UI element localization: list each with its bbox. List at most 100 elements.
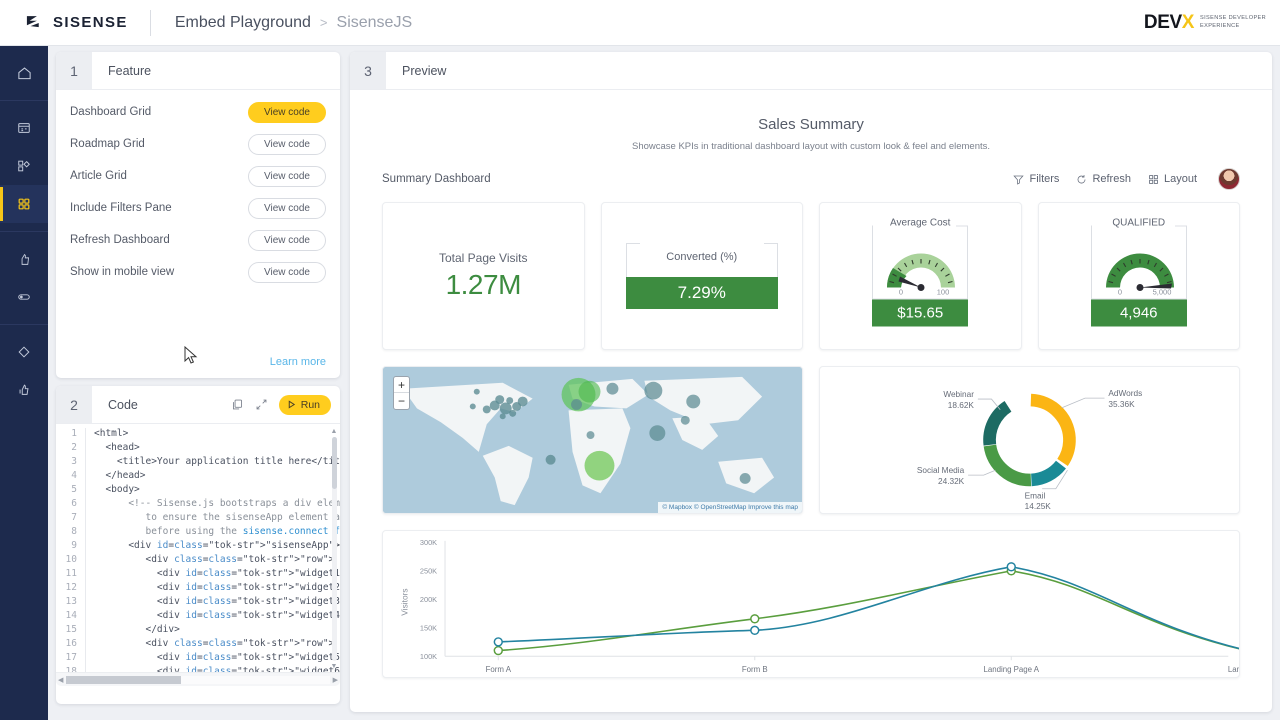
gauge-dial: 0 100 [887,253,956,297]
layout-icon [1149,174,1158,184]
map-zoom-controls[interactable]: + − [393,376,410,410]
code-line: 1 <html> [56,428,340,442]
filters-button[interactable]: Filters [1013,173,1059,185]
scrollbar-thumb[interactable] [331,437,337,489]
code-vertical-scrollbar[interactable]: ▲ ▼ [330,428,338,670]
gauge-content: QUALIFIED 0 5,000 4,946 [1039,217,1240,327]
map-zoom-out-button[interactable]: − [394,393,409,409]
dashboard-toolbar: Summary Dashboard Filters Refresh Layout [382,168,1240,190]
gauge-average-cost[interactable]: Average Cost 0 100 $15.65 [819,202,1022,350]
feature-label: Dashboard Grid [70,106,152,118]
point-green-form-a [493,645,503,656]
line-content: <div class=class="tok-str">"row" [94,638,329,649]
line-chart: 300K 250K 200K 150K 100K Visitors Form A… [400,538,1280,674]
kpi-label: Total Page Visits [439,251,528,265]
expand-icon[interactable] [255,398,268,411]
dashboard-name: Summary Dashboard [382,173,491,185]
sidebar-item-grid[interactable] [0,185,48,223]
kpi-total-page-visits[interactable]: Total Page Visits 1.27M [382,202,585,350]
map-zoom-in-button[interactable]: + [394,377,409,393]
devx-logo: DEVX SISENSE DEVELOPER EXPERIENCE [1144,12,1280,34]
code-line: 12 <div id=class="tok-str">"widget2"></d… [56,582,340,596]
kpi-converted[interactable]: Converted (%) 7.29% [600,202,803,350]
x-tick-landing-b: Landing Page B [1228,665,1239,674]
gauge-min: 0 [1118,288,1122,296]
view-code-button[interactable]: View code [248,197,326,219]
copy-icon[interactable] [231,398,244,411]
run-button[interactable]: Run [278,394,331,415]
sidebar-item-rewards[interactable] [0,333,48,371]
line-content: <head> [94,442,140,453]
line-content: <title>Your application title here</titl… [94,456,340,467]
sidebar-item-widgets[interactable] [0,147,48,185]
scroll-right-arrow[interactable]: ▶ [333,676,338,684]
gauge-box: Average Cost 0 100 $15.65 [872,217,969,327]
preview-panel-header: 3 Preview [350,52,1272,90]
scroll-left-arrow[interactable]: ◀ [58,676,63,684]
line-number: 7 [56,512,86,526]
sidebar-item-likes[interactable] [0,240,48,278]
code-step-number: 2 [56,386,92,423]
line-number: 12 [56,582,86,596]
code-line: 10 <div class=class="tok-str">"row"> [56,554,340,568]
feature-label: Article Grid [70,170,127,182]
scroll-down-arrow[interactable]: ▼ [331,663,338,670]
line-number: 9 [56,540,86,554]
list-item: Include Filters Pane View code [70,192,326,224]
sisense-logo[interactable]: SISENSE [0,14,144,31]
view-code-button[interactable]: View code [248,165,326,187]
gauge-frame: Average Cost 0 100 [872,217,969,300]
line-number: 17 [56,652,86,666]
layout-button[interactable]: Layout [1148,173,1197,185]
line-chart-widget[interactable]: 300K 250K 200K 150K 100K Visitors Form A… [382,530,1280,678]
feature-panel: 1 Feature Dashboard Grid View code Roadm… [56,52,340,378]
map-widget[interactable]: + − © Mapbox © OpenStreetMap Improve thi… [382,366,803,514]
line-content: <!-- Sisense.js bootstraps a div elemen [94,498,340,509]
view-code-button[interactable]: View code [248,261,326,283]
code-horizontal-scrollbar[interactable]: ◀ ▶ [56,672,340,686]
breadcrumb-main[interactable]: Embed Playground [175,14,311,32]
sidebar-item-support[interactable] [0,371,48,409]
code-toolbar: Run [231,394,340,415]
devx-x: X [1181,11,1195,33]
home-icon [17,66,31,79]
rail-group-top [0,46,48,101]
map-attribution[interactable]: © Mapbox © OpenStreetMap Improve this ma… [658,502,802,513]
learn-more-link[interactable]: Learn more [270,356,326,368]
gauge-qualified[interactable]: QUALIFIED 0 5,000 4,946 [1037,202,1240,350]
page-subtitle: Showcase KPIs in traditional dashboard l… [631,141,991,152]
donut-chart-widget[interactable]: AdWords 35.36K Email 14.25K Social Media… [819,366,1240,514]
code-panel-header: 2 Code Run [56,386,340,424]
view-code-button[interactable]: View code [248,101,326,123]
list-item: Roadmap Grid View code [70,128,326,160]
x-tick-form-b: Form B [742,665,768,674]
gauge-content: Average Cost 0 100 $15.65 [820,217,1021,327]
scroll-up-arrow[interactable]: ▲ [331,428,338,435]
code-line: 6 <!-- Sisense.js bootstraps a div eleme… [56,498,340,512]
feature-list: Dashboard Grid View code Roadmap Grid Vi… [56,90,340,288]
code-line: 13 <div id=class="tok-str">"widget3"></d… [56,596,340,610]
sidebar-item-home[interactable] [0,54,48,92]
map-canvas[interactable] [383,367,802,513]
scrollbar-track[interactable] [66,675,330,684]
kpi-value: 7.29% [625,277,778,309]
scrollbar-thumb[interactable] [66,675,182,684]
divider [149,9,151,36]
diamond-icon [18,346,30,358]
line-content: before using the sisense.connect func [94,526,340,537]
sidebar-item-tags[interactable] [0,278,48,316]
line-content: <div id=class="tok-str">"widget5" [94,652,340,663]
code-line: 14 <div id=class="tok-str">"widget4"></d… [56,610,340,624]
line-number: 5 [56,484,86,498]
refresh-button[interactable]: Refresh [1076,173,1131,185]
sidebar-item-dashboard[interactable] [0,109,48,147]
view-code-button[interactable]: View code [248,133,326,155]
view-code-button[interactable]: View code [248,229,326,251]
gauge-box: QUALIFIED 0 5,000 4,946 [1090,217,1187,327]
avatar[interactable] [1218,168,1240,190]
brand-name: SISENSE [53,14,128,31]
code-editor[interactable]: 1 <html> 2 <head> 3 <title>Your application… [56,424,340,686]
scrollbar-track[interactable] [331,437,337,661]
widget-grid: Total Page Visits 1.27M Converted (%) 7.… [382,202,1280,678]
y-tick-300k: 300K [420,538,437,547]
